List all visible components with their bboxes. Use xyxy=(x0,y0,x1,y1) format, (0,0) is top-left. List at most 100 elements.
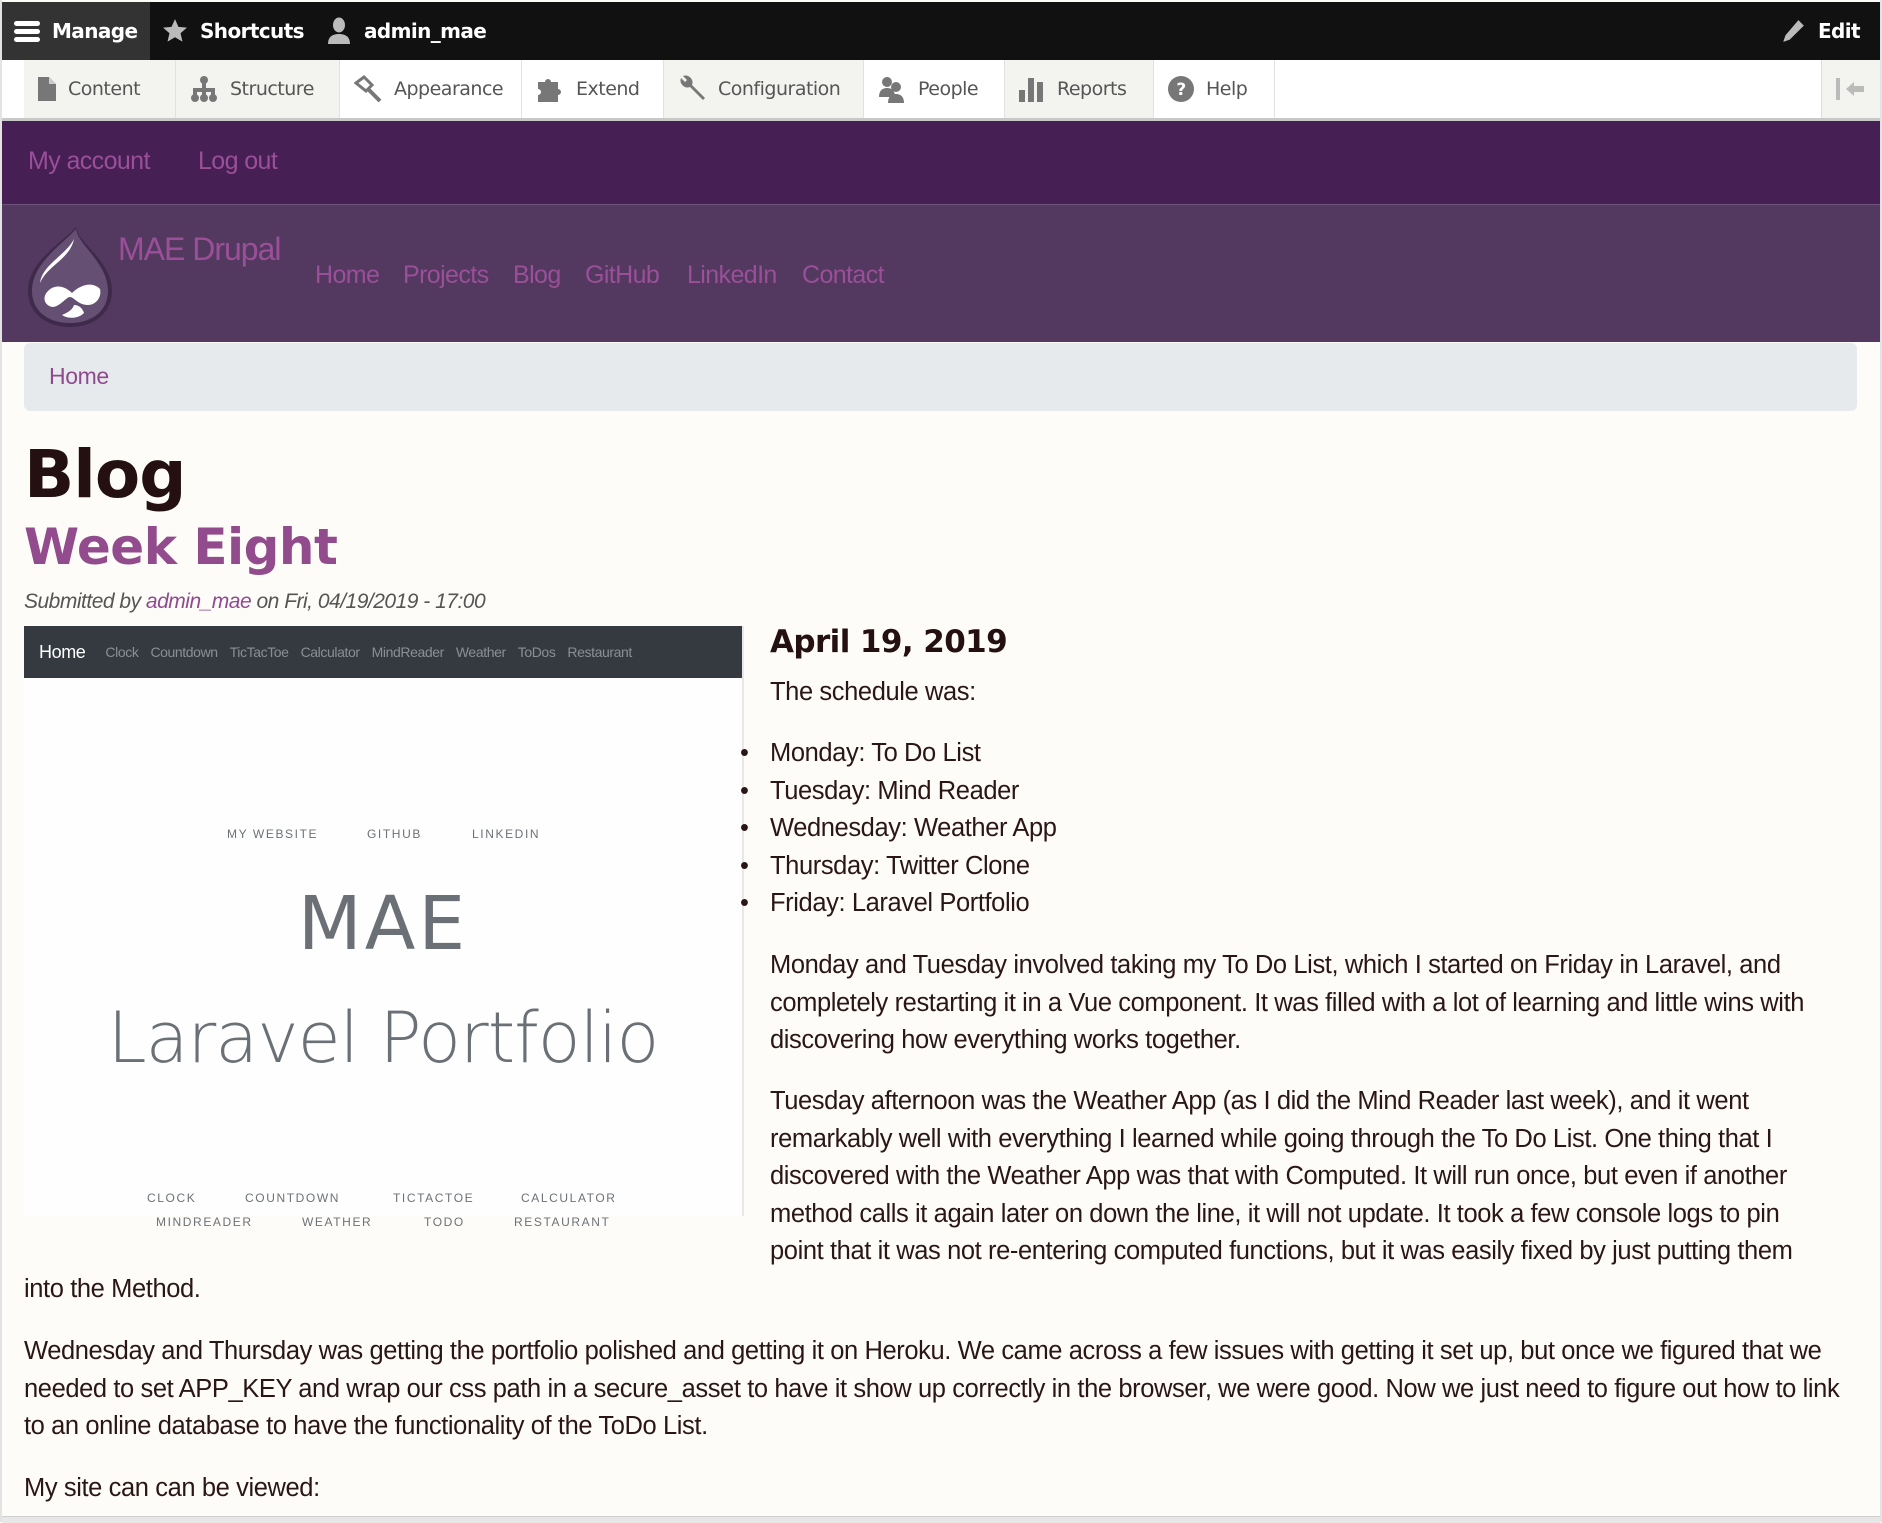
tray-item-structure[interactable]: Structure xyxy=(176,60,340,118)
tray-orientation-toggle[interactable] xyxy=(1821,60,1880,118)
puzzle-icon xyxy=(538,79,561,102)
image-navbar: Home Clock Countdown TicTacToe Calculato… xyxy=(24,626,742,678)
image-bottom-link: RESTAURANT xyxy=(514,1215,611,1229)
manage-label: Manage xyxy=(52,19,138,43)
tray-item-reports[interactable]: Reports xyxy=(1005,60,1154,118)
text-line: completely restarting it in a Vue compon… xyxy=(770,988,1805,1017)
tray-item-people[interactable]: People xyxy=(864,60,1005,118)
paragraph-wednesday-thursday: Wednesday and Thursday was getting the p… xyxy=(24,1333,1864,1446)
text-line: point that it was not re-entering comput… xyxy=(770,1237,1793,1266)
tray-item-label: Help xyxy=(1206,78,1248,100)
text-line: method calls it again later on down the … xyxy=(770,1199,1780,1228)
drupal-logo-icon[interactable] xyxy=(26,225,114,329)
image-top-link: GITHUB xyxy=(367,827,422,841)
file-icon xyxy=(38,77,56,101)
my-account-link[interactable]: My account xyxy=(28,147,150,176)
admin-tray: Content Structure Appearance Extend Conf… xyxy=(2,60,1880,121)
manage-button[interactable]: Manage xyxy=(2,2,150,60)
tray-item-extend[interactable]: Extend xyxy=(522,60,664,118)
tray-item-label: People xyxy=(918,78,979,100)
admin-toolbar: Manage Shortcuts admin_mae Edit xyxy=(2,2,1880,60)
main-nav-github[interactable]: GitHub xyxy=(585,261,660,290)
site-name-link[interactable]: MAE Drupal xyxy=(118,231,281,268)
text-line: Tuesday afternoon was the Weather App (a… xyxy=(770,1087,1749,1115)
main-nav-contact[interactable]: Contact xyxy=(802,261,885,290)
main-nav-projects[interactable]: Projects xyxy=(403,261,489,290)
image-bottom-link: WEATHER xyxy=(302,1215,373,1229)
tray-item-label: Structure xyxy=(230,78,314,100)
log-out-link[interactable]: Log out xyxy=(198,147,278,176)
text-line: Wednesday and Thursday was getting the p… xyxy=(24,1337,1822,1365)
people-icon xyxy=(879,77,904,103)
pencil-icon xyxy=(1783,20,1804,42)
article-date-heading: April 19, 2019 xyxy=(770,624,1008,660)
text-line: Monday and Tuesday involved taking my To… xyxy=(770,951,1781,979)
schedule-intro: The schedule was: xyxy=(770,678,976,706)
image-heading: MAE xyxy=(297,881,469,967)
text-line: remarkably well with everything I learne… xyxy=(770,1124,1773,1153)
image-bottom-link: CALCULATOR xyxy=(521,1191,617,1205)
shortcuts-button[interactable]: Shortcuts xyxy=(162,2,305,60)
user-button[interactable]: admin_mae xyxy=(326,2,487,60)
submitted-info: Submitted by admin_mae on Fri, 04/19/201… xyxy=(24,590,486,614)
article-image: Home Clock Countdown TicTacToe Calculato… xyxy=(24,626,744,1229)
image-nav-item: TicTacToe xyxy=(229,644,289,660)
page-title: Blog xyxy=(24,436,187,513)
image-bottom-link: TODO xyxy=(424,1215,465,1229)
paragraph-monday-tuesday: Monday and Tuesday involved taking my To… xyxy=(770,947,1860,1060)
image-top-link: MY WEBSITE xyxy=(227,827,319,841)
author-link[interactable]: admin_mae xyxy=(146,590,252,613)
schedule-list: Monday: To Do List Tuesday: Mind Reader … xyxy=(740,735,1057,923)
image-nav-item: Weather xyxy=(455,644,506,660)
star-icon xyxy=(163,19,187,42)
tray-item-label: Content xyxy=(68,78,141,100)
text-line: discovered with the Weather App was that… xyxy=(770,1162,1787,1191)
edit-button[interactable]: Edit xyxy=(1780,2,1861,60)
wrench-icon xyxy=(680,75,705,100)
image-nav-item: ToDos xyxy=(517,644,556,660)
schedule-item: Wednesday: Weather App xyxy=(740,810,1057,848)
paragraph-tuesday-tail: into the Method. xyxy=(24,1275,201,1303)
breadcrumb-home-link[interactable]: Home xyxy=(49,363,109,390)
main-nav-linkedin[interactable]: LinkedIn xyxy=(687,261,777,290)
tray-item-help[interactable]: ? Help xyxy=(1154,60,1275,118)
hamburger-icon xyxy=(14,21,40,42)
edit-label: Edit xyxy=(1818,19,1861,43)
node-title-link[interactable]: Week Eight xyxy=(24,518,338,576)
tray-item-appearance[interactable]: Appearance xyxy=(340,60,522,118)
image-bottom-link: TICTACTOE xyxy=(393,1191,475,1205)
tray-item-label: Configuration xyxy=(718,78,841,100)
schedule-item: Tuesday: Mind Reader xyxy=(740,773,1057,811)
image-bottom-link: MINDREADER xyxy=(156,1215,253,1229)
user-icon xyxy=(328,17,350,44)
tray-item-label: Extend xyxy=(576,78,640,100)
image-bottom-link: COUNTDOWN xyxy=(245,1191,341,1205)
svg-text:?: ? xyxy=(1176,80,1185,100)
image-nav-item: Clock xyxy=(105,644,139,660)
tray-item-label: Appearance xyxy=(394,78,504,100)
paragraph-tuesday-afternoon: Tuesday afternoon was the Weather App (a… xyxy=(770,1083,1865,1271)
tray-item-content[interactable]: Content xyxy=(24,60,176,118)
schedule-item: Friday: Laravel Portfolio xyxy=(740,885,1057,923)
image-nav-item: Calculator xyxy=(300,644,360,660)
shortcuts-label: Shortcuts xyxy=(200,19,305,43)
image-bottom-link: CLOCK xyxy=(147,1191,197,1205)
image-top-link: LINKEDIN xyxy=(472,827,541,841)
secondary-menu: My account Log out xyxy=(2,121,1880,204)
text-line: to an online database to have the functi… xyxy=(24,1412,708,1441)
tray-item-label: Reports xyxy=(1057,78,1127,100)
main-nav-home[interactable]: Home xyxy=(315,261,380,290)
paragraph-site-view: My site can can be viewed: xyxy=(24,1474,320,1502)
paintbrush-icon xyxy=(354,75,382,103)
site-header: MAE Drupal Home Projects Blog GitHub Lin… xyxy=(2,204,1880,342)
image-nav-item: Countdown xyxy=(150,644,218,660)
text-line: discovering how everything works togethe… xyxy=(770,1026,1241,1055)
collapse-arrow-icon xyxy=(1836,78,1864,100)
tray-item-configuration[interactable]: Configuration xyxy=(664,60,864,118)
image-nav-home: Home xyxy=(39,641,86,662)
main-nav-blog[interactable]: Blog xyxy=(513,261,561,290)
submitted-prefix: Submitted by xyxy=(24,590,141,613)
submitted-date: on Fri, 04/19/2019 - 17:00 xyxy=(256,590,486,613)
sitemap-icon xyxy=(191,76,217,102)
text-line: needed to set APP_KEY and wrap our css p… xyxy=(24,1374,1840,1403)
